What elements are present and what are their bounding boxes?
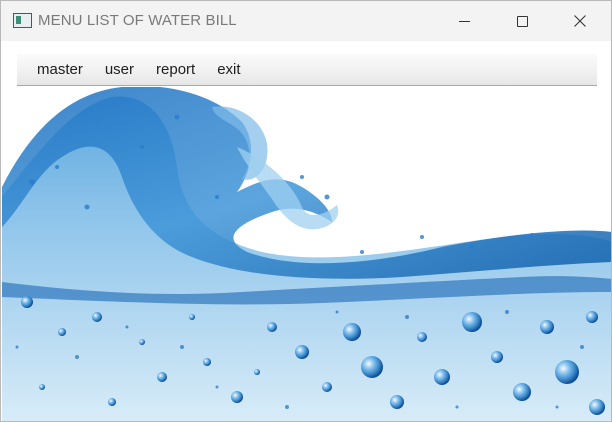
app-window-icon	[13, 13, 32, 28]
menu-exit[interactable]: exit	[206, 57, 251, 82]
water-splash-image	[2, 87, 611, 421]
menu-master[interactable]: master	[26, 57, 94, 82]
minimize-button[interactable]	[435, 1, 493, 41]
title-bar[interactable]: MENU LIST OF WATER BILL	[1, 1, 611, 41]
close-icon	[574, 15, 586, 27]
menu-bar: master user report exit	[17, 54, 597, 86]
maximize-icon	[516, 15, 528, 27]
close-button[interactable]	[551, 1, 609, 41]
menu-user[interactable]: user	[94, 57, 145, 82]
water-splash-background	[2, 87, 611, 421]
menu-report[interactable]: report	[145, 57, 206, 82]
minimize-icon	[458, 20, 470, 22]
maximize-button[interactable]	[493, 1, 551, 41]
app-window: MENU LIST OF WATER BILL master user repo…	[0, 0, 612, 422]
window-title: MENU LIST OF WATER BILL	[38, 12, 237, 29]
